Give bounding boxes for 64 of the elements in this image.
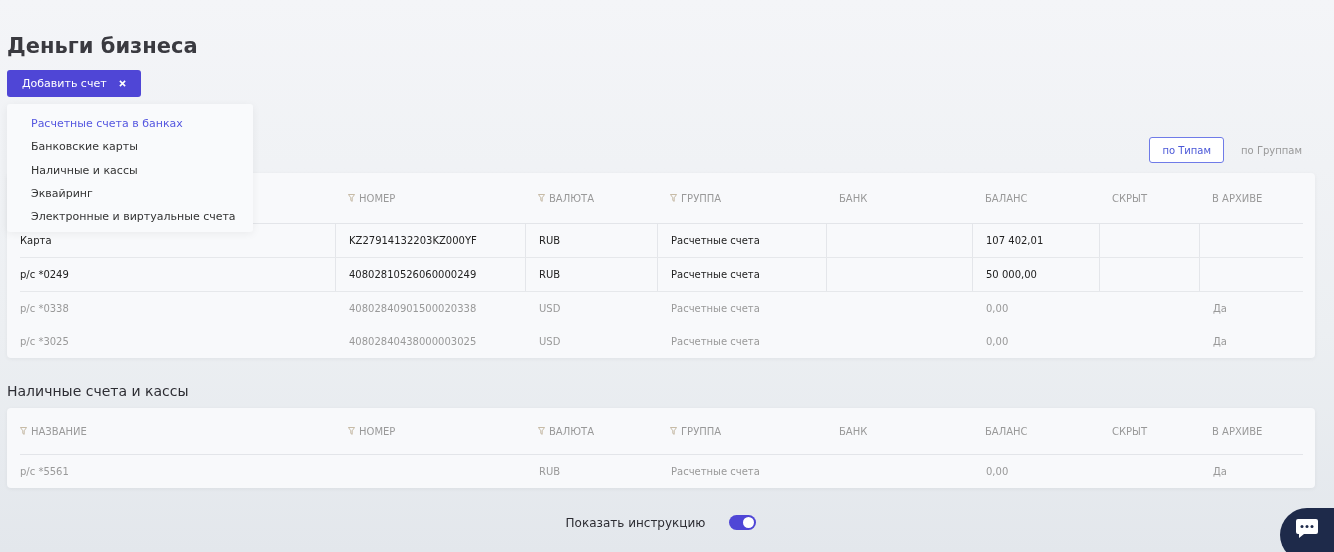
column-header[interactable]: БАЛАНС (985, 425, 1028, 437)
column-header[interactable]: ГРУППА (681, 192, 722, 204)
column-header[interactable]: БАЛАНС (985, 192, 1028, 204)
view-tab[interactable]: по Типам (1149, 137, 1225, 163)
section-title: Наличные счета и кассы (7, 382, 190, 401)
table-cell: 0,00 (986, 303, 1009, 314)
column-header[interactable]: В АРХИВЕ (1212, 425, 1263, 437)
add-account-button[interactable]: Добавить счет (7, 70, 141, 97)
menu-item[interactable]: Расчетные счета в банках (7, 112, 253, 136)
table-cell: Карта (20, 235, 52, 246)
table-cell: р/с *0338 (20, 303, 69, 314)
table-cell: 50 000,00 (986, 269, 1037, 280)
filter-icon[interactable] (348, 427, 355, 435)
column-header[interactable]: БАНК (839, 425, 868, 437)
toggle-switch[interactable] (729, 515, 757, 530)
table-cell: 0,00 (986, 466, 1009, 477)
menu-item[interactable]: Электронные и виртуальные счета (7, 205, 253, 229)
close-icon (118, 80, 126, 87)
filter-icon[interactable] (20, 427, 27, 435)
table-cell: Да (1213, 466, 1227, 477)
table-cell: KZ27914132203KZ000YF (349, 235, 477, 246)
table-cell: Расчетные счета (671, 303, 760, 314)
table-cell: Расчетные счета (671, 466, 760, 477)
column-header[interactable]: НАЗВАНИЕ (31, 425, 87, 437)
filter-icon[interactable] (538, 427, 545, 435)
table-cell: Расчетные счета (671, 336, 760, 347)
table-cell: 40802840438000003025 (349, 336, 477, 347)
page-title: Деньги бизнеса (7, 33, 199, 60)
filter-icon[interactable] (348, 194, 355, 202)
column-header[interactable]: НОМЕР (359, 425, 396, 437)
column-header[interactable]: СКРЫТ (1112, 425, 1148, 437)
column-header[interactable]: СКРЫТ (1112, 192, 1148, 204)
menu-item[interactable]: Эквайринг (7, 181, 253, 206)
table-cell: RUB (539, 466, 561, 477)
column-header[interactable]: БАНК (839, 192, 868, 204)
table-cell: RUB (539, 269, 561, 280)
instruction-label: Показать инструкцию (565, 515, 706, 530)
table-cell: RUB (539, 235, 561, 246)
chat-icon (1295, 518, 1319, 540)
table-cell: 40802840901500020338 (349, 303, 477, 314)
table-cell: Да (1213, 303, 1227, 314)
menu-item[interactable]: Наличные и кассы (7, 158, 253, 182)
filter-icon[interactable] (538, 194, 545, 202)
filter-icon[interactable] (670, 194, 677, 202)
chat-button[interactable] (1280, 508, 1334, 552)
table-cell: 107 402,01 (986, 235, 1044, 246)
table-cell: р/с *3025 (20, 336, 69, 347)
table-cell: Расчетные счета (671, 269, 760, 280)
view-tab[interactable]: по Группам (1228, 137, 1315, 163)
table-cell: р/с *0249 (20, 269, 69, 280)
table-cell: Да (1213, 336, 1227, 347)
column-header[interactable]: НОМЕР (359, 192, 396, 204)
column-header[interactable]: ГРУППА (681, 425, 722, 437)
table-cell: 0,00 (986, 336, 1009, 347)
table-cell: 40802810526060000249 (349, 269, 477, 280)
column-header[interactable]: ВАЛЮТА (549, 192, 594, 204)
table-cell: USD (539, 336, 561, 347)
table-cell: USD (539, 303, 561, 314)
column-header[interactable]: В АРХИВЕ (1212, 192, 1263, 204)
menu-item[interactable]: Банковские карты (7, 135, 253, 159)
table-cell: р/с *5561 (20, 466, 69, 477)
table-cell: Расчетные счета (671, 235, 760, 246)
column-header[interactable]: ВАЛЮТА (549, 425, 594, 437)
filter-icon[interactable] (670, 427, 677, 435)
